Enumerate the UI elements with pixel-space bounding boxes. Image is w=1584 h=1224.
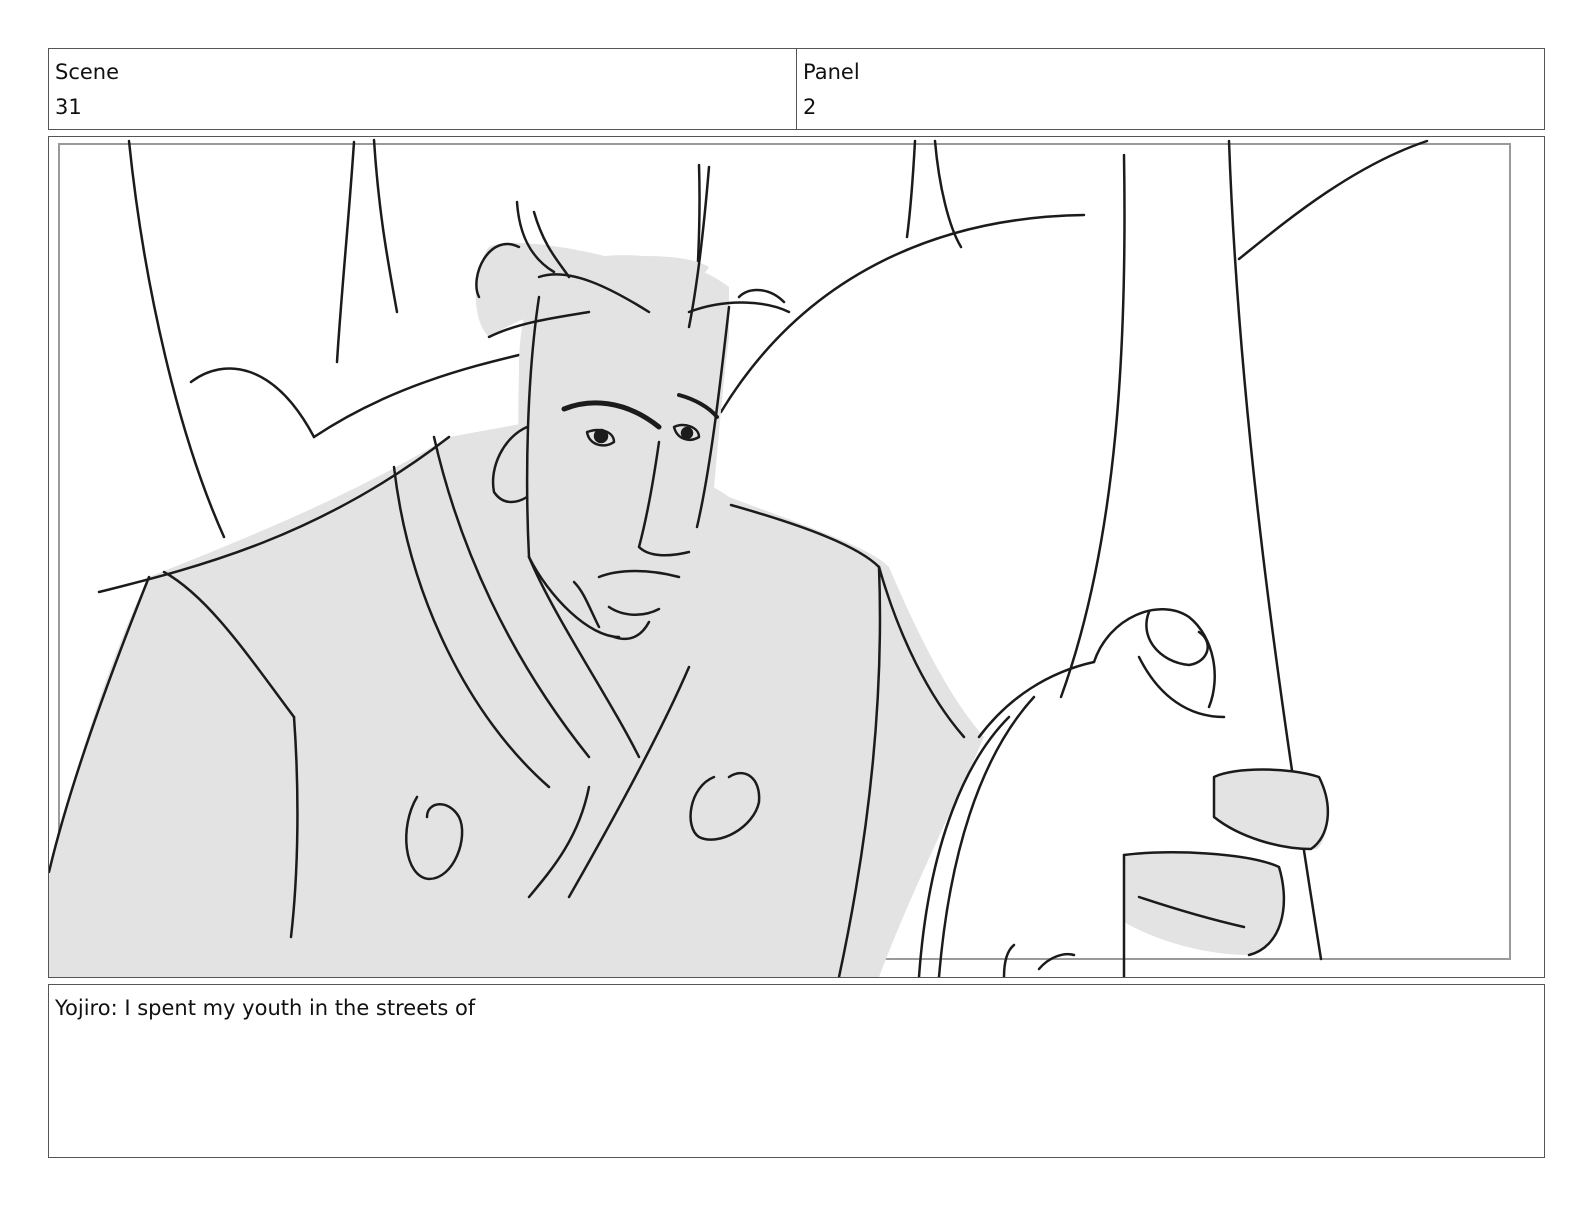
scene-number: 31 xyxy=(55,95,82,119)
scene-cell: Scene 31 xyxy=(49,49,796,129)
panel-label: Panel xyxy=(803,60,860,84)
panel-number: 2 xyxy=(803,95,817,119)
dialogue-text: Yojiro: I spent my youth in the streets … xyxy=(55,996,476,1020)
dialogue-caption: Yojiro: I spent my youth in the streets … xyxy=(48,984,1545,1158)
storyboard-header: Scene 31 Panel 2 xyxy=(48,48,1545,130)
scene-label: Scene xyxy=(55,60,120,84)
character-sketch xyxy=(49,165,1330,977)
panel-cell: Panel 2 xyxy=(796,49,1544,129)
storyboard-frame xyxy=(48,136,1545,978)
